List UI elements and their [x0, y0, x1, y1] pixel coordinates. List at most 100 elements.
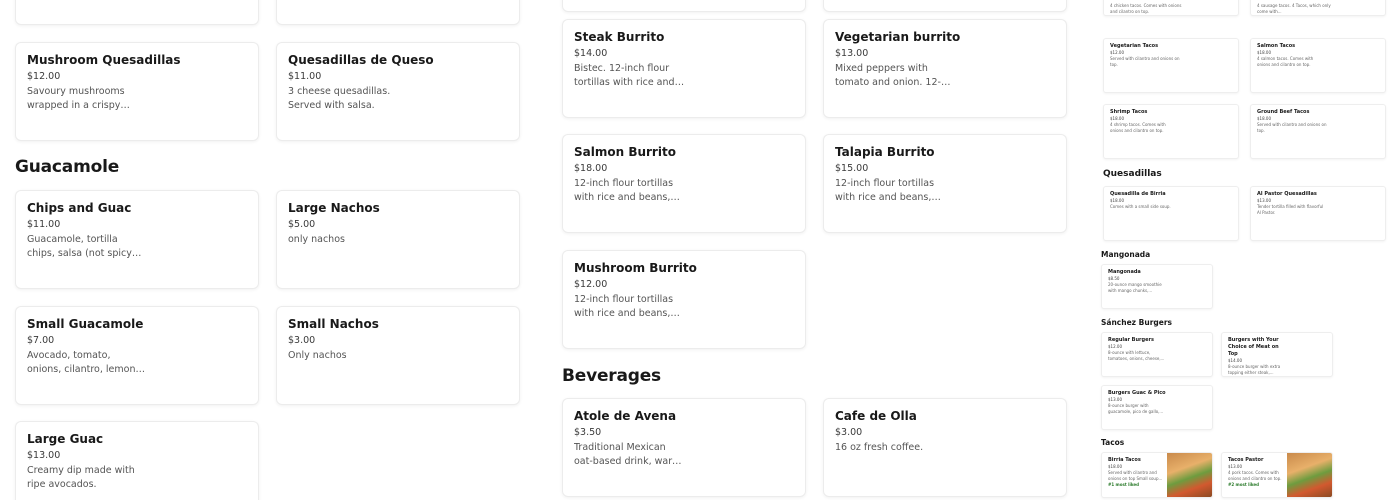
menu-item-card[interactable]: Large Guac $13.00 Creamy dip made with r…: [15, 421, 259, 500]
preview-item-description: Comes with a small side soup.: [1110, 204, 1171, 209]
item-description: Bistec. 12-inch flour tortillas with ric…: [574, 63, 675, 88]
preview-item-name: Mangonada: [1108, 269, 1141, 275]
preview-item-name: Vegetarian Tacos: [1110, 43, 1159, 49]
preview-card[interactable]: Burgers with Your Choice of Meat on Top …: [1221, 332, 1333, 377]
preview-card[interactable]: Shrimp Tacos $18.00 4 shrimp tacos. Come…: [1103, 104, 1239, 159]
preview-item-name: Burgers with Your Choice of Meat on Top: [1228, 337, 1279, 357]
item-price: $3.00: [288, 335, 316, 346]
preview-card[interactable]: 4 sausage tacos. 4 Tacos, which only com…: [1250, 0, 1386, 16]
menu-item-card-blank-1[interactable]: [15, 0, 259, 25]
preview-item-name: Regular Burgers: [1108, 337, 1154, 343]
item-name: Steak Burrito: [574, 30, 665, 44]
preview-item-name: Ground Beef Tacos: [1257, 109, 1310, 115]
menu-item-card[interactable]: Vegetarian burrito $13.00 Mixed peppers …: [823, 19, 1067, 118]
menu-item-card[interactable]: Large Nachos $5.00 only nachos: [276, 190, 520, 289]
item-description: Traditional Mexican oat-based drink, war…: [574, 442, 682, 467]
item-description: 16 oz fresh coffee.: [835, 442, 924, 453]
preview-item-description: 8-ounce burger with guacamole, pico de g…: [1108, 403, 1164, 414]
item-price: $7.00: [27, 335, 55, 346]
preview-card[interactable]: 4 chicken tacos. Comes with onions and c…: [1103, 0, 1239, 16]
preview-item-description: Served with cilantro and onions on top.: [1257, 122, 1327, 133]
menu-item-card-blank-3[interactable]: [562, 0, 806, 12]
item-description: Creamy dip made with ripe avocados.: [27, 465, 135, 490]
item-description: 12-inch flour tortillas with rice and be…: [574, 294, 674, 319]
preview-item-description: 8-ounce burger with extra topping either…: [1228, 364, 1281, 375]
preview-item-description: Served with cilantro and onions on top S…: [1108, 470, 1163, 481]
item-price: $13.00: [27, 450, 61, 461]
menu-item-card[interactable]: Quesadillas de Queso $11.00 3 cheese que…: [276, 42, 520, 141]
menu-item-card[interactable]: Salmon Burrito $18.00 12-inch flour tort…: [562, 134, 806, 233]
preview-card[interactable]: Burgers Guac & Pico $13.00 8-ounce burge…: [1101, 385, 1213, 430]
item-price: $12.00: [27, 71, 61, 82]
preview-card[interactable]: Regular Burgers $12.00 8-ounce with lett…: [1101, 332, 1213, 377]
preview-section-title-tacos: Tacos: [1101, 438, 1125, 447]
preview-item-description: 4 sausage tacos. 4 Tacos, which only com…: [1257, 3, 1331, 14]
menu-item-card[interactable]: Cafe de Olla $3.00 16 oz fresh coffee.: [823, 398, 1067, 497]
preview-card[interactable]: Quesadilla de Birria $18.00 Comes with a…: [1103, 186, 1239, 241]
menu-item-card[interactable]: Chips and Guac $11.00 Guacamole, tortill…: [15, 190, 259, 289]
item-description: 3 cheese quesadillas. Served with salsa.: [288, 86, 391, 111]
item-name: Small Nachos: [288, 317, 379, 331]
preview-card[interactable]: Vegetarian Tacos $12.00 Served with cila…: [1103, 38, 1239, 93]
menu-item-card[interactable]: Mushroom Quesadillas $12.00 Savoury mush…: [15, 42, 259, 141]
item-description: Mixed peppers with tomato and onion. 12-…: [835, 63, 941, 88]
item-description: 12-inch flour tortillas with rice and be…: [574, 178, 674, 203]
preview-card[interactable]: Al Pastor Quesadillas $13.00 Tender tort…: [1250, 186, 1386, 241]
item-price: $15.00: [835, 163, 869, 174]
item-description: Guacamole, tortilla chips, salsa (not sp…: [27, 234, 139, 259]
preview-section-title-quesadillas: Quesadillas: [1103, 169, 1162, 179]
item-description: Savoury mushrooms wrapped in a crispy to…: [27, 86, 125, 111]
item-price: $14.00: [574, 48, 608, 59]
preview-card[interactable]: Birria Tacos $18.00 Served with cilantro…: [1101, 452, 1213, 498]
item-name: Mushroom Quesadillas: [27, 53, 181, 67]
item-name: Small Guacamole: [27, 317, 144, 331]
preview-section-title-burgers: Sánchez Burgers: [1101, 318, 1173, 327]
item-price: $18.00: [574, 163, 608, 174]
preview-item-description: Tender tortilla filled with flavorful Al…: [1257, 204, 1324, 215]
item-name: Cafe de Olla: [835, 409, 917, 423]
preview-section-title-mangonada: Mangonada: [1101, 250, 1151, 259]
item-name: Mushroom Burrito: [574, 261, 697, 275]
preview-card[interactable]: Salmon Tacos $18.00 4 salmon tacos. Come…: [1250, 38, 1386, 93]
food-image: [1287, 453, 1332, 497]
preview-item-name: Salmon Tacos: [1257, 43, 1296, 49]
item-name: Salmon Burrito: [574, 145, 676, 159]
preview-item-description: 4 pork tacos. Comes with onions and cila…: [1228, 470, 1282, 481]
preview-item-name: Quesadilla de Birria: [1110, 191, 1166, 197]
menu-item-card[interactable]: Talapia Burrito $15.00 12-inch flour tor…: [823, 134, 1067, 233]
item-name: Talapia Burrito: [835, 145, 935, 159]
menu-item-card[interactable]: Small Guacamole $7.00 Avocado, tomato, o…: [15, 306, 259, 405]
preview-item-description: 20-ounce mango smoothie with mango chunk…: [1108, 282, 1162, 293]
preview-card[interactable]: Mangonada $8.50 20-ounce mango smoothie …: [1101, 264, 1213, 309]
item-price: $3.00: [835, 427, 863, 438]
item-description: only nachos: [288, 234, 345, 245]
menu-item-card[interactable]: Steak Burrito $14.00 Bistec. 12-inch flo…: [562, 19, 806, 118]
menu-item-card[interactable]: Atole de Avena $3.50 Traditional Mexican…: [562, 398, 806, 497]
food-image: [1167, 453, 1212, 497]
preview-item-description: 4 salmon tacos. Comes with onions and ci…: [1257, 56, 1314, 67]
preview-item-name: Burgers Guac & Pico: [1108, 390, 1166, 396]
preview-item-name: Al Pastor Quesadillas: [1257, 191, 1317, 197]
preview-card[interactable]: Tacos Pastor $13.00 4 pork tacos. Comes …: [1221, 452, 1333, 498]
item-description: Avocado, tomato, onions, cilantro, lemon…: [27, 350, 139, 375]
preview-item-description: 4 chicken tacos. Comes with onions and c…: [1110, 3, 1182, 14]
preview-card[interactable]: Ground Beef Tacos $18.00 Served with cil…: [1250, 104, 1386, 159]
item-description: 12-inch flour tortillas with rice and be…: [835, 178, 935, 203]
item-price: $12.00: [574, 279, 608, 290]
menu-item-card[interactable]: Mushroom Burrito $12.00 12-inch flour to…: [562, 250, 806, 349]
item-name: Atole de Avena: [574, 409, 677, 423]
item-price: $11.00: [288, 71, 322, 82]
item-description: Only nachos: [288, 350, 347, 361]
item-name: Quesadillas de Queso: [288, 53, 434, 67]
item-price: $11.00: [27, 219, 61, 230]
menu-item-card-blank-4[interactable]: [823, 0, 1067, 12]
preview-item-name: Shrimp Tacos: [1110, 109, 1148, 115]
preview-item-description: 8-ounce with lettuce, tomatoes, onions, …: [1108, 350, 1165, 361]
item-name: Chips and Guac: [27, 201, 132, 215]
preview-item-description: 4 shrimp tacos. Comes with onions and ci…: [1110, 122, 1166, 133]
item-price: $5.00: [288, 219, 316, 230]
menu-item-card[interactable]: Small Nachos $3.00 Only nachos: [276, 306, 520, 405]
item-name: Large Nachos: [288, 201, 380, 215]
menu-item-card-blank-2[interactable]: [276, 0, 520, 25]
preview-item-description: Served with cilantro and onions on top.: [1110, 56, 1180, 67]
